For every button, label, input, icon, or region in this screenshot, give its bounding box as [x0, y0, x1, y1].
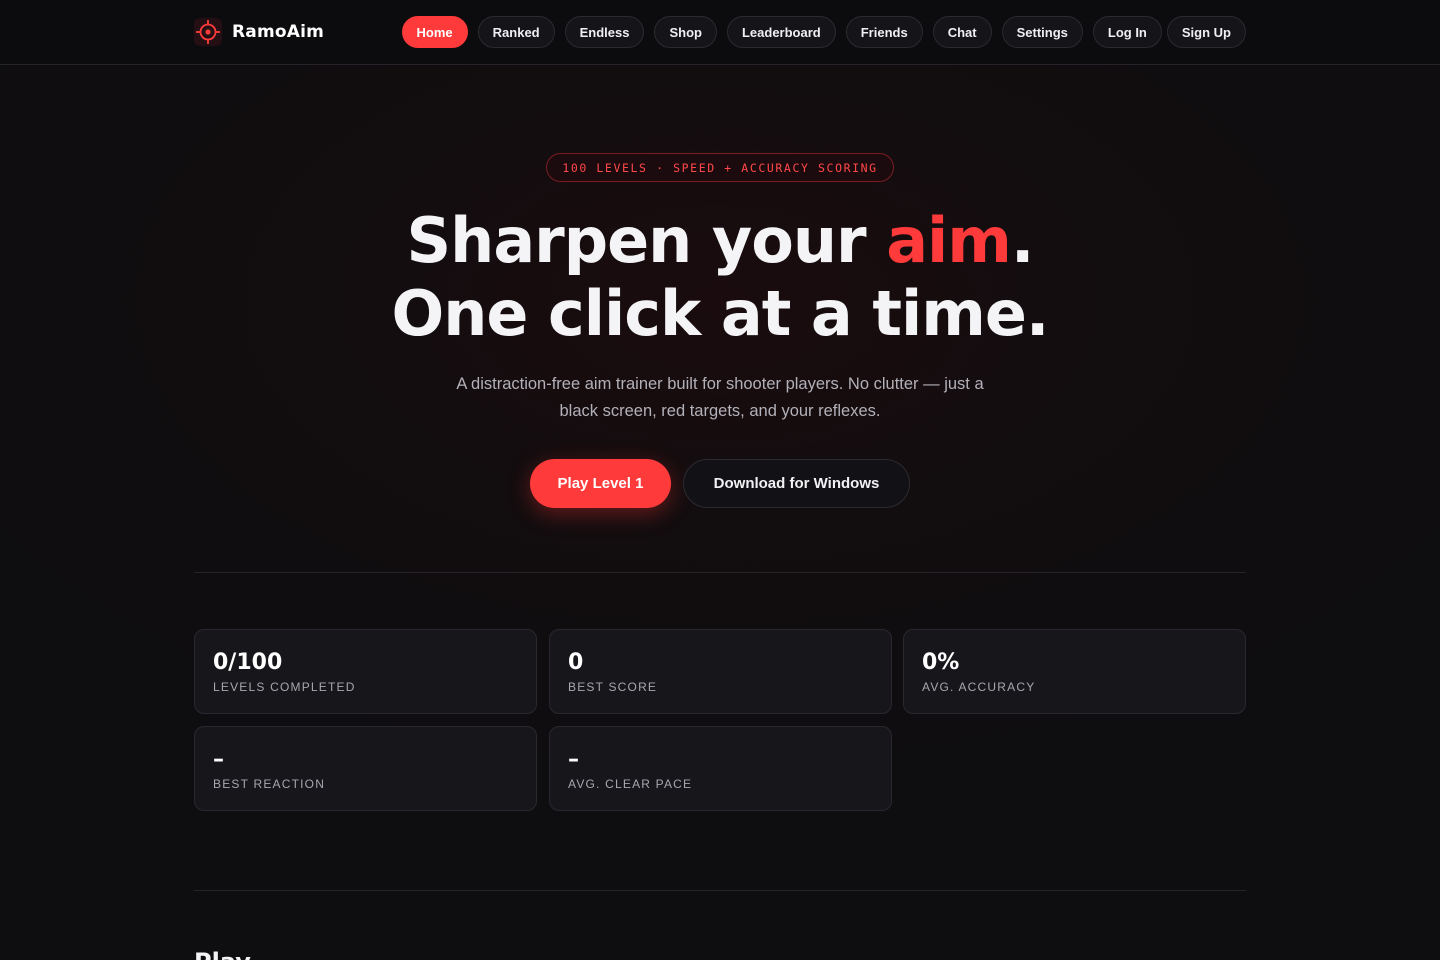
stat-card-reaction: – BEST REACTION [194, 726, 537, 811]
stat-value: 0 [568, 650, 584, 675]
stat-card-clear-pace: – AVG. CLEAR PACE [549, 726, 892, 811]
download-windows-button[interactable]: Download for Windows [683, 459, 910, 508]
nav-endless[interactable]: Endless [564, 16, 645, 48]
page-title: Sharpen your aim. One click at a time. [320, 204, 1120, 350]
top-navigation-bar: RamoAim Home Ranked Endless Shop Leaderb… [0, 0, 1440, 65]
headline-text: Sharpen your [406, 204, 887, 277]
main-nav: Home Ranked Endless Shop Leaderboard Fri… [401, 16, 1246, 48]
signup-button[interactable]: Sign Up [1166, 16, 1246, 48]
stat-label: BEST REACTION [213, 777, 326, 791]
stat-value: 0% [922, 650, 960, 675]
stat-value: 0/100 [213, 650, 283, 675]
stat-label: AVG. ACCURACY [922, 680, 1036, 694]
stat-value: – [213, 747, 224, 772]
stat-value: – [568, 747, 579, 772]
crosshair-icon [194, 18, 222, 46]
stat-card-accuracy: 0% AVG. ACCURACY [903, 629, 1246, 714]
brand-logo[interactable]: RamoAim [194, 17, 324, 47]
stat-label: AVG. CLEAR PACE [568, 777, 693, 791]
nav-ranked[interactable]: Ranked [477, 16, 555, 48]
stat-label: LEVELS COMPLETED [213, 680, 356, 694]
stat-card-best-score: 0 BEST SCORE [549, 629, 892, 714]
nav-home[interactable]: Home [401, 16, 468, 48]
nav-leaderboard[interactable]: Leaderboard [726, 16, 836, 48]
stat-card-levels: 0/100 LEVELS COMPLETED [194, 629, 537, 714]
hero-subtitle: A distraction-free aim trainer built for… [456, 375, 984, 420]
headline-line-2: One click at a time. [391, 277, 1050, 350]
nav-settings[interactable]: Settings [1001, 16, 1083, 48]
section-divider [194, 890, 1246, 891]
play-section-title: Play [194, 948, 251, 960]
headline-period: . [1010, 204, 1035, 277]
stat-label: BEST SCORE [568, 680, 658, 694]
play-level-button[interactable]: Play Level 1 [530, 459, 671, 508]
brand-name: RamoAim [232, 22, 325, 42]
headline-accent: aim [886, 204, 1012, 277]
login-button[interactable]: Log In [1092, 16, 1162, 48]
section-divider [194, 572, 1246, 573]
feature-badge: 100 LEVELS · SPEED + ACCURACY SCORING [546, 153, 894, 182]
nav-friends[interactable]: Friends [845, 16, 923, 48]
nav-chat[interactable]: Chat [932, 16, 992, 48]
nav-shop[interactable]: Shop [654, 16, 717, 48]
